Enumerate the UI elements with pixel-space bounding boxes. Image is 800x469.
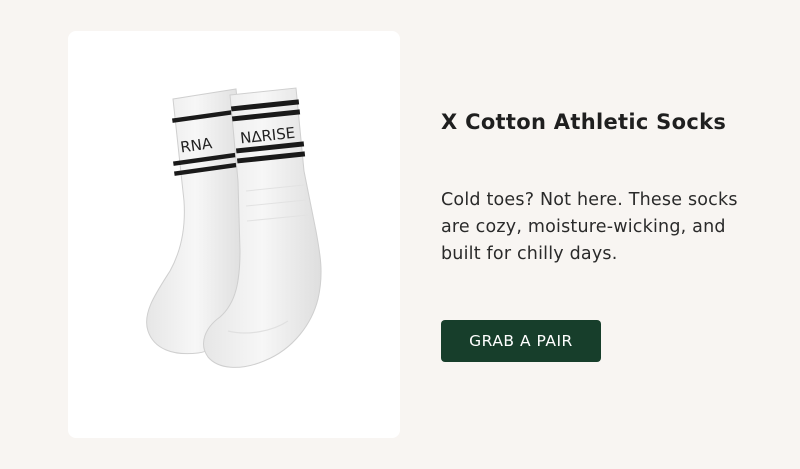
product-image-card: RNA N∆RISE — [68, 31, 400, 438]
grab-a-pair-button[interactable]: GRAB A PAIR — [441, 320, 601, 362]
socks-product-image: RNA N∆RISE — [146, 87, 322, 368]
product-description: Cold toes? Not here. These socks are coz… — [441, 190, 738, 264]
product-title: X Cotton Athletic Socks — [441, 110, 727, 134]
